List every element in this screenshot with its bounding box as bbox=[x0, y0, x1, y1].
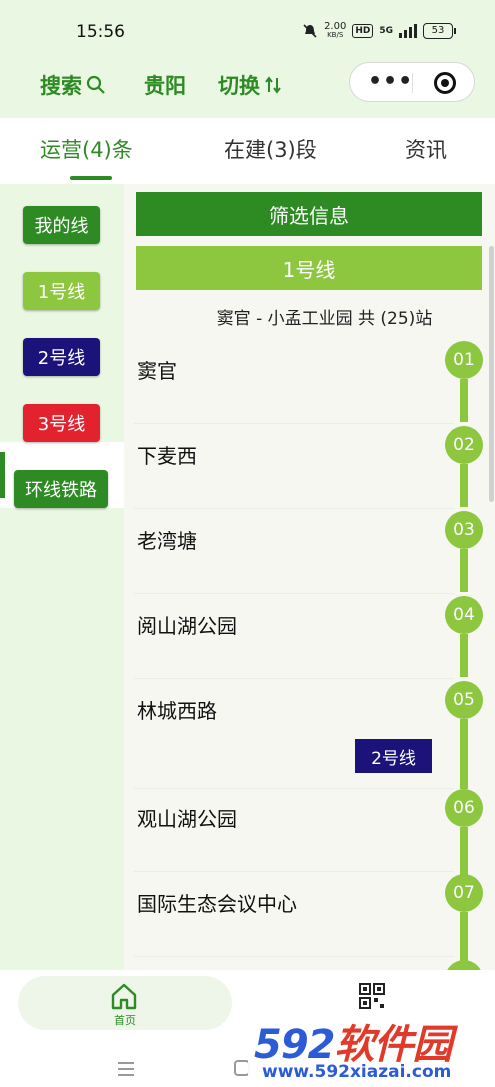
swap-arrows-icon bbox=[265, 76, 281, 94]
mute-icon bbox=[303, 24, 317, 38]
station-name: 下麦西 bbox=[137, 444, 197, 468]
track-segment bbox=[460, 634, 468, 677]
status-icons: 2.00 KB/S HD 5G 53 bbox=[302, 21, 456, 40]
station-list-panel: 筛选信息 1号线 窦官 - 小孟工业园 共 (25)站 窦官 01 下麦西 02… bbox=[124, 184, 495, 970]
watermark-url: www.592xiazai.com bbox=[262, 1062, 452, 1082]
line-title-bar: 1号线 bbox=[136, 246, 482, 290]
switch-city-button[interactable]: 切换 bbox=[218, 70, 282, 100]
station-row[interactable]: 国际生态会议中心 bbox=[124, 872, 454, 957]
track-segment bbox=[460, 719, 468, 789]
track-segment bbox=[460, 827, 468, 875]
station-number-badge: 05 bbox=[445, 681, 483, 719]
close-miniapp-icon[interactable] bbox=[434, 72, 456, 94]
station-name: 老湾塘 bbox=[137, 529, 197, 553]
sidebar-item-line-1[interactable]: 1号线 bbox=[23, 272, 100, 310]
hd-badge: HD bbox=[352, 24, 374, 38]
station-row[interactable]: 窦官 bbox=[124, 339, 454, 424]
signal-5g-icon: 5G bbox=[379, 26, 393, 36]
station-number-badge: 06 bbox=[445, 789, 483, 827]
sidebar-item-line-3[interactable]: 3号线 bbox=[23, 404, 100, 442]
search-button[interactable]: 搜索 bbox=[40, 70, 106, 100]
system-menu-icon[interactable] bbox=[118, 1062, 134, 1080]
tab-active-indicator bbox=[70, 176, 112, 180]
scrollbar[interactable] bbox=[489, 246, 494, 502]
station-name: 窦官 bbox=[137, 359, 177, 383]
station-number-badge: 01 bbox=[445, 341, 483, 379]
track-segment bbox=[460, 549, 468, 592]
station-row[interactable]: 阅山湖公园 bbox=[124, 594, 454, 679]
status-time: 15:56 bbox=[76, 22, 125, 42]
station-row[interactable]: 观山湖公园 bbox=[124, 787, 454, 872]
home-icon[interactable] bbox=[110, 982, 138, 1010]
filter-button[interactable]: 筛选信息 bbox=[136, 192, 482, 236]
tab-news[interactable]: 资讯 bbox=[405, 134, 447, 164]
station-number-badge: 02 bbox=[445, 426, 483, 464]
station-number-badge: 03 bbox=[445, 511, 483, 549]
station-name: 阅山湖公园 bbox=[137, 614, 237, 638]
battery-icon: 53 bbox=[423, 23, 456, 39]
net-speed: 2.00 KB/S bbox=[324, 21, 347, 40]
track-segment bbox=[460, 379, 468, 422]
signal-bars-icon bbox=[399, 24, 417, 38]
track-segment bbox=[460, 464, 468, 507]
nav-home-label: 首页 bbox=[114, 1014, 136, 1027]
qr-code-icon[interactable] bbox=[358, 982, 386, 1010]
more-dots-icon[interactable]: ••• bbox=[368, 71, 413, 93]
route-summary: 窦官 - 小孟工业园 共 (25)站 bbox=[216, 309, 433, 329]
tab-under-construction[interactable]: 在建(3)段 bbox=[224, 134, 317, 164]
transfer-line-badge[interactable]: 2号线 bbox=[355, 739, 432, 773]
miniapp-capsule: ••• bbox=[349, 62, 475, 102]
station-number-badge: 07 bbox=[445, 874, 483, 912]
station-name: 观山湖公园 bbox=[137, 807, 237, 831]
station-number-badge: 04 bbox=[445, 596, 483, 634]
station-name: 林城西路 bbox=[137, 699, 217, 723]
capsule-divider bbox=[412, 73, 413, 93]
station-row[interactable]: 老湾塘 bbox=[124, 509, 454, 594]
sidebar-active-marker bbox=[0, 452, 5, 498]
station-number-badge-partial bbox=[445, 960, 483, 970]
station-name: 国际生态会议中心 bbox=[137, 892, 297, 916]
sidebar-item-line-2[interactable]: 2号线 bbox=[23, 338, 100, 376]
line-sidebar: 我的线 1号线 2号线 3号线 环线铁路 bbox=[0, 184, 124, 970]
search-icon bbox=[86, 75, 105, 94]
sidebar-item-loop-railway[interactable]: 环线铁路 bbox=[14, 470, 108, 508]
switch-label: 切换 bbox=[218, 74, 260, 98]
watermark: 592软件园 www.592xiazai.com bbox=[248, 1010, 495, 1087]
tab-bar: 运营(4)条 在建(3)段 资讯 bbox=[0, 118, 495, 184]
city-label: 贵阳 bbox=[144, 74, 186, 98]
app-header: 搜索 贵阳 切换 ••• bbox=[0, 62, 495, 118]
search-label: 搜索 bbox=[40, 74, 82, 98]
row-divider bbox=[134, 956, 454, 957]
status-bar: 15:56 2.00 KB/S HD 5G 53 bbox=[0, 0, 495, 62]
sidebar-item-my-lines[interactable]: 我的线 bbox=[23, 206, 100, 244]
station-row[interactable]: 下麦西 bbox=[124, 424, 454, 509]
tab-operating[interactable]: 运营(4)条 bbox=[40, 134, 133, 164]
